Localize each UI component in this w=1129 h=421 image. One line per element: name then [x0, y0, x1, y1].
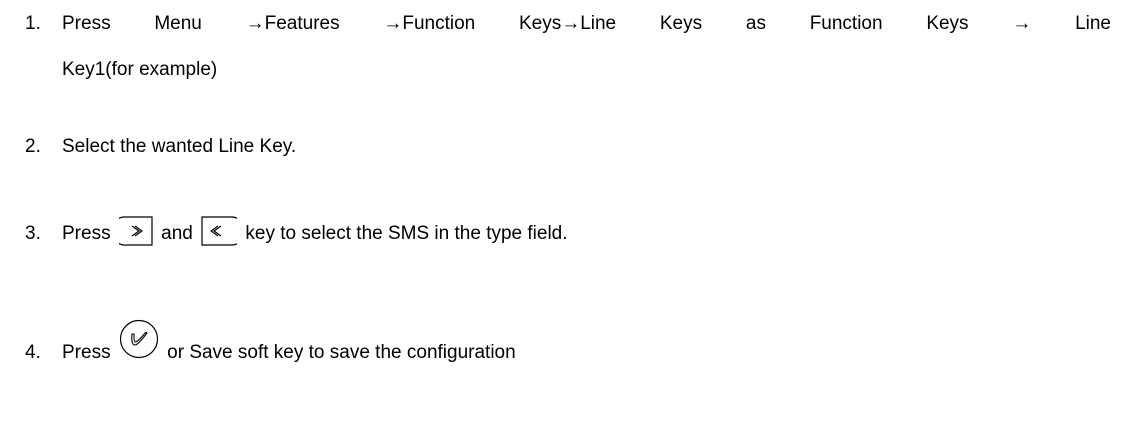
step-1-text-line-2: Key1(for example) — [62, 59, 218, 80]
step-4-rest-text: or Save soft key to save the configurati… — [167, 342, 516, 363]
left-arrow-key-icon — [201, 216, 238, 246]
step-number: 4. — [25, 342, 41, 363]
step-4-text: Press or Save soft key to save the confi… — [62, 319, 1111, 363]
step-3-and-text: and — [161, 223, 193, 245]
step-number: 3. — [25, 223, 41, 244]
step-3: 3. Press and key to select the SMS in th… — [25, 216, 1111, 246]
step-3-rest-text: key to select the SMS in the type field. — [245, 223, 568, 245]
step-2-text: Select the wanted Line Key. — [62, 136, 297, 157]
step-3-press-text: Press — [62, 223, 111, 245]
ok-key-icon — [119, 319, 159, 359]
right-arrow-key-icon — [118, 216, 153, 246]
step-4: 4. Press or Save soft key to save the co… — [25, 319, 1111, 363]
step-1-text-line-1: Press Menu →Features →Function Keys→Line… — [62, 13, 1111, 34]
step-1: 1. Press Menu →Features →Function Keys→L… — [25, 12, 1111, 82]
step-number: 2. — [25, 136, 41, 157]
step-4-press-text: Press — [62, 342, 111, 363]
step-number: 1. — [25, 13, 41, 34]
step-3-text: Press and key to select the SMS in the t… — [62, 216, 1111, 246]
step-2: 2. Select the wanted Line Key. — [25, 135, 1111, 159]
